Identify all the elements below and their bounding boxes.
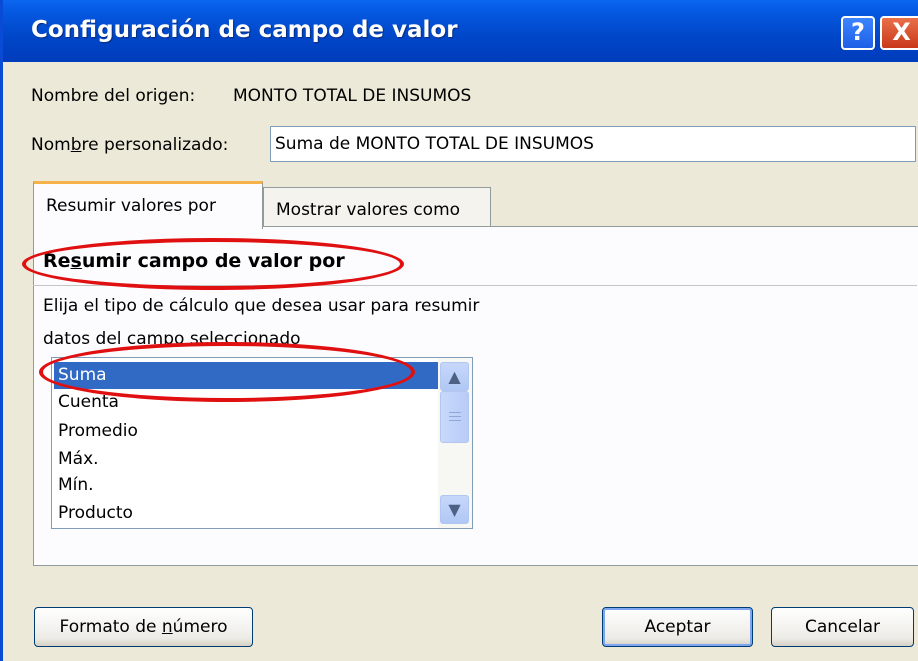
tab-label: Mostrar valores como — [276, 200, 461, 220]
dialog-title: Configuración de campo de valor — [31, 17, 458, 43]
calc-description-line1: Elija el tipo de cálculo que desea usar … — [43, 296, 480, 316]
tab-show-values-as[interactable]: Mostrar valores como — [263, 187, 491, 227]
list-item-min[interactable]: Mín. — [54, 472, 438, 499]
tab-summarize-values-by[interactable]: Resumir valores por — [33, 181, 263, 229]
tab-label: Resumir valores por — [46, 196, 216, 216]
close-icon: X — [892, 18, 911, 46]
number-format-button[interactable]: Formato de número — [34, 607, 253, 647]
vertical-scrollbar[interactable]: ▲ ▼ — [438, 358, 472, 528]
help-button[interactable]: ? — [841, 16, 875, 50]
value-field-settings-dialog: Configuración de campo de valor ? X Nomb… — [0, 0, 918, 661]
scroll-up-button[interactable]: ▲ — [440, 362, 469, 391]
custom-name-input[interactable]: Suma de MONTO TOTAL DE INSUMOS — [270, 126, 916, 162]
chevron-up-icon: ▲ — [448, 367, 461, 386]
source-name-value: MONTO TOTAL DE INSUMOS — [233, 86, 472, 106]
source-name-label: Nombre del origen: — [31, 86, 196, 106]
scroll-down-button[interactable]: ▼ — [440, 495, 469, 524]
cancel-button[interactable]: Cancelar — [771, 607, 914, 647]
custom-name-label: Nombre personalizado: — [31, 135, 229, 155]
list-item-promedio[interactable]: Promedio — [54, 418, 438, 445]
ok-button[interactable]: Aceptar — [602, 607, 753, 647]
list-item-producto[interactable]: Producto — [54, 500, 438, 527]
list-item-max[interactable]: Máx. — [54, 446, 438, 473]
highlight-oval-suma — [39, 342, 415, 402]
close-button[interactable]: X — [880, 16, 918, 50]
highlight-oval-heading — [22, 238, 404, 290]
help-icon: ? — [851, 18, 865, 46]
scroll-thumb[interactable] — [440, 391, 469, 443]
title-bar[interactable]: Configuración de campo de valor ? X — [3, 0, 918, 62]
chevron-down-icon: ▼ — [448, 500, 461, 519]
